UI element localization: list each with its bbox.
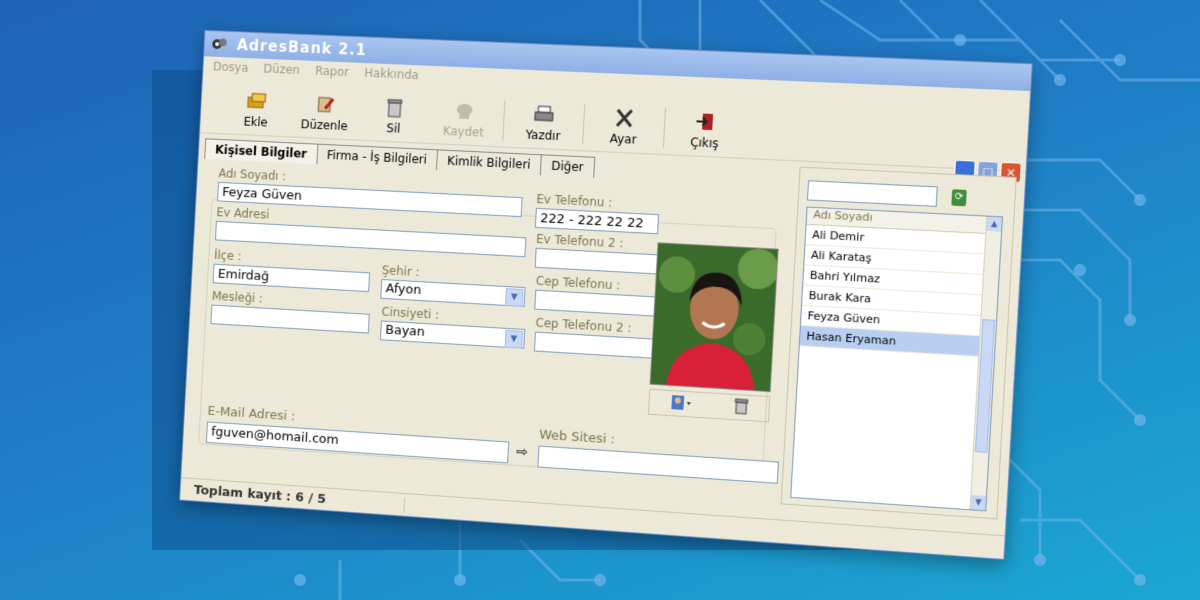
settings-label: Ayar [609, 131, 637, 147]
save-label: Kaydet [442, 123, 485, 140]
save-button[interactable]: Kaydet [428, 98, 501, 146]
tools-icon [613, 108, 636, 129]
toolbar-separator [582, 104, 586, 145]
printer-icon [533, 104, 556, 125]
delete-label: Sil [386, 121, 401, 136]
delete-button[interactable]: Sil [358, 95, 430, 143]
add-icon [246, 91, 268, 111]
exit-button[interactable]: Çıkış [667, 109, 742, 158]
contact-list: Adı Soyadı Ali Demir Ali Karataş Bahri Y… [790, 206, 1004, 512]
menu-rapor[interactable]: Rapor [315, 64, 350, 79]
contact-list-panel: ⟳ Adı Soyadı Ali Demir Ali Karataş Bahri… [780, 166, 1017, 520]
chevron-down-icon[interactable]: ▼ [504, 329, 524, 349]
menu-duzen[interactable]: Düzen [263, 62, 300, 77]
edit-icon [315, 94, 335, 114]
save-icon [456, 103, 473, 120]
occupation-label: Mesleği : [211, 289, 263, 306]
add-button[interactable]: Ekle [221, 89, 292, 136]
print-button[interactable]: Yazdır [507, 102, 581, 150]
person-photo-image [650, 243, 779, 392]
settings-button[interactable]: Ayar [587, 106, 661, 154]
photo-delete-button[interactable] [733, 397, 748, 417]
add-label: Ekle [243, 114, 268, 130]
trash-icon [733, 397, 748, 414]
app-icon [212, 38, 227, 50]
district-label: İlçe : [213, 248, 242, 264]
city-value: Afyon [385, 281, 422, 299]
exit-label: Çıkış [689, 135, 720, 151]
home-phone-label: Ev Telefonu : [536, 191, 613, 210]
chevron-down-icon[interactable]: ▼ [504, 288, 524, 307]
toolbar-separator [662, 107, 667, 149]
scroll-up-icon[interactable]: ▲ [986, 216, 1002, 232]
tab-other[interactable]: Diğer [539, 154, 596, 178]
arrow-right-icon[interactable]: ⇨ [516, 444, 528, 461]
person-photo [649, 242, 779, 393]
photo-select-button[interactable] [670, 393, 693, 413]
window-title: AdresBank 2.1 [236, 36, 368, 60]
home-address-label: Ev Adresi [216, 205, 270, 222]
name-label: Adı Soyadı : [218, 166, 287, 184]
city-label: Şehir : [381, 263, 420, 280]
personal-info-panel: Adı Soyadı : Feyza Güven Ev Adresi İlçe … [187, 160, 795, 512]
edit-button[interactable]: Düzenle [289, 92, 360, 139]
toolbar-separator [502, 100, 506, 141]
user-photo-icon [670, 394, 691, 410]
menu-hakkinda[interactable]: Hakkında [364, 66, 419, 82]
app-window: AdresBank 2.1 Dosya Düzen Rapor Hakkında… [179, 29, 1033, 560]
trash-icon [385, 98, 403, 119]
refresh-icon[interactable]: ⟳ [951, 189, 967, 207]
print-label: Yazdır [525, 127, 561, 144]
gender-value: Bayan [384, 322, 426, 340]
edit-label: Düzenle [300, 117, 349, 134]
scroll-down-icon[interactable]: ▼ [970, 494, 987, 511]
menu-dosya[interactable]: Dosya [213, 60, 249, 75]
search-input[interactable] [806, 180, 938, 207]
exit-icon [694, 111, 714, 131]
